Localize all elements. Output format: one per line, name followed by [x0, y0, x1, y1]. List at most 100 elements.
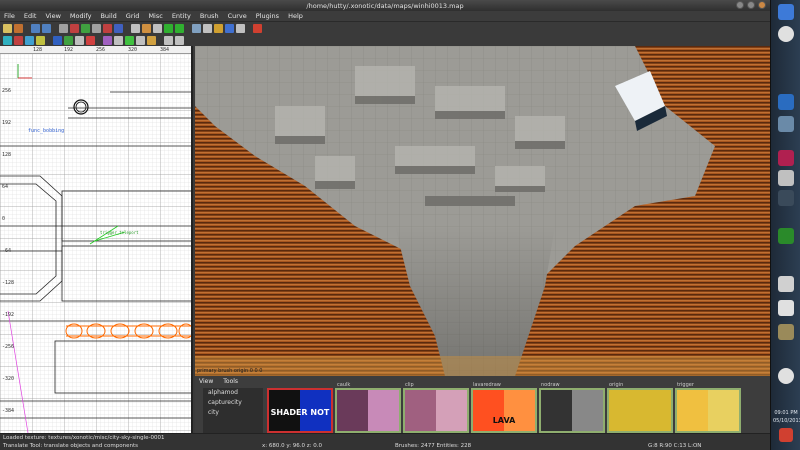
texture-name: lavaredraw — [473, 382, 501, 388]
menu-plugins[interactable]: Plugins — [256, 12, 279, 20]
menu-edit[interactable]: Edit — [24, 12, 37, 20]
menu-view[interactable]: View — [45, 12, 60, 20]
undo-icon[interactable] — [31, 23, 40, 33]
menu-build[interactable]: Build — [100, 12, 116, 20]
rotate-icon[interactable] — [64, 35, 73, 45]
volume-icon[interactable] — [778, 368, 794, 384]
texbrowser-menu-view[interactable]: View — [199, 378, 213, 385]
menu-modify[interactable]: Modify — [70, 12, 92, 20]
flip-x-icon[interactable] — [59, 23, 68, 33]
status-bar: Loaded texture: textures/xonotic/misc/ci… — [0, 433, 770, 450]
make-hollow-icon[interactable] — [175, 23, 184, 33]
minimize-icon[interactable] — [736, 1, 744, 9]
csg-merge-icon[interactable] — [164, 23, 173, 33]
brush-icon[interactable] — [147, 35, 156, 45]
clipper-icon[interactable] — [192, 23, 201, 33]
left-tick: 192 — [2, 120, 12, 126]
camera-icon[interactable] — [214, 23, 223, 33]
grid-size-icon[interactable] — [164, 35, 173, 45]
menu-entity[interactable]: Entity — [172, 12, 191, 20]
status-loaded: Loaded texture: textures/xonotic/misc/ci… — [3, 435, 165, 441]
left-tick: -192 — [2, 312, 15, 318]
maximize-icon[interactable] — [747, 1, 755, 9]
save-file-icon[interactable] — [14, 23, 23, 33]
csg-subtract-icon[interactable] — [153, 23, 162, 33]
menu-help[interactable]: Help — [288, 12, 303, 20]
texture-name: trigger — [677, 382, 694, 388]
left-tick: -64 — [2, 248, 12, 254]
status-coords: x: 680.0 y: 96.0 z: 0.0 — [262, 443, 323, 449]
face-icon[interactable] — [136, 35, 145, 45]
open-file-icon[interactable] — [3, 23, 12, 33]
texture-dir-item[interactable]: city — [203, 408, 263, 418]
texbrowser-menu-tools[interactable]: Tools — [223, 378, 238, 385]
system-dock: 09:01 PM 05/10/2013 — [770, 0, 800, 450]
filter-icon[interactable] — [236, 23, 245, 33]
app-icon[interactable] — [778, 116, 794, 132]
texture-directory-list[interactable]: alphamod capturecity city — [203, 388, 263, 433]
texture-dir-item[interactable]: capturecity — [203, 398, 263, 408]
cubic-clip-icon[interactable] — [225, 23, 234, 33]
texture-lock-icon[interactable] — [203, 23, 212, 33]
menu-file[interactable]: File — [4, 12, 15, 20]
texture-thumbnails: SHADER NOT caulk clip lavaredraw LAVA no… — [267, 382, 775, 433]
texture-thumb-shader[interactable]: SHADER NOT — [267, 388, 333, 433]
rotate-z-icon[interactable] — [114, 23, 123, 33]
flip-z-icon[interactable] — [81, 23, 90, 33]
app-icon[interactable] — [778, 150, 794, 166]
select-touching-icon[interactable] — [131, 23, 140, 33]
scale-icon[interactable] — [75, 35, 84, 45]
flip-y-icon[interactable] — [70, 23, 79, 33]
app-icon[interactable] — [778, 94, 794, 110]
snap-icon[interactable] — [175, 35, 184, 45]
left-tick: -256 — [2, 344, 15, 350]
view-xy-icon[interactable] — [3, 35, 12, 45]
translate-icon[interactable] — [53, 35, 62, 45]
edge-icon[interactable] — [125, 35, 134, 45]
calculator-icon[interactable] — [778, 300, 794, 316]
close-icon[interactable] — [758, 1, 766, 9]
kde-menu-icon[interactable] — [778, 4, 794, 20]
refresh-icon[interactable] — [253, 23, 262, 33]
menu-misc[interactable]: Misc — [148, 12, 162, 20]
grid-drawing — [0, 46, 191, 433]
menu-curve[interactable]: Curve — [228, 12, 247, 20]
view-xz-icon[interactable] — [14, 35, 23, 45]
app-icon[interactable] — [778, 170, 794, 186]
redo-icon[interactable] — [42, 23, 51, 33]
texture-thumb-lava[interactable]: lavaredraw LAVA — [471, 382, 537, 433]
menu-brush[interactable]: Brush — [200, 12, 219, 20]
clock-time: 09:01 PM — [774, 410, 798, 416]
check-icon[interactable] — [778, 228, 794, 244]
vertex-icon[interactable] — [114, 35, 123, 45]
menu-grid[interactable]: Grid — [126, 12, 140, 20]
camera-viewport[interactable]: primary brush origin 0 0 0 — [195, 46, 775, 376]
power-icon[interactable] — [779, 428, 793, 442]
terminal-icon[interactable] — [778, 276, 794, 292]
entity-label: func_bobbing — [28, 128, 65, 134]
app-icon[interactable] — [778, 190, 794, 206]
entity-view-icon[interactable] — [36, 35, 45, 45]
texture-name: caulk — [337, 382, 351, 388]
app-icon[interactable] — [778, 324, 794, 340]
texture-thumb-clip[interactable]: clip — [403, 382, 469, 433]
left-tick: 64 — [2, 184, 9, 190]
main-toolbar — [0, 22, 770, 34]
view-yz-icon[interactable] — [25, 35, 34, 45]
texture-thumb-caulk[interactable]: caulk — [335, 382, 401, 433]
left-ruler: 256 192 128 64 0 -64 -128 -192 -256 -320… — [0, 46, 14, 433]
texture-thumb-nodraw[interactable]: nodraw — [539, 382, 605, 433]
texture-dir-item[interactable]: alphamod — [203, 388, 263, 398]
status-grid: G:8 R:90 C:13 L:ON — [648, 443, 702, 449]
select-inside-icon[interactable] — [142, 23, 151, 33]
browser-icon[interactable] — [778, 26, 794, 42]
rotate-x-icon[interactable] — [92, 23, 101, 33]
rotate-y-icon[interactable] — [103, 23, 112, 33]
drag-icon[interactable] — [86, 35, 95, 45]
texture-name: origin — [609, 382, 624, 388]
patch-icon[interactable] — [103, 35, 112, 45]
texture-thumb-trigger[interactable]: trigger — [675, 382, 741, 433]
grid-viewport[interactable]: 128 192 256 320 384 256 192 128 64 0 -64… — [0, 46, 193, 433]
texture-thumb-origin[interactable]: origin — [607, 382, 673, 433]
top-ruler: 128 192 256 320 384 — [0, 46, 191, 54]
